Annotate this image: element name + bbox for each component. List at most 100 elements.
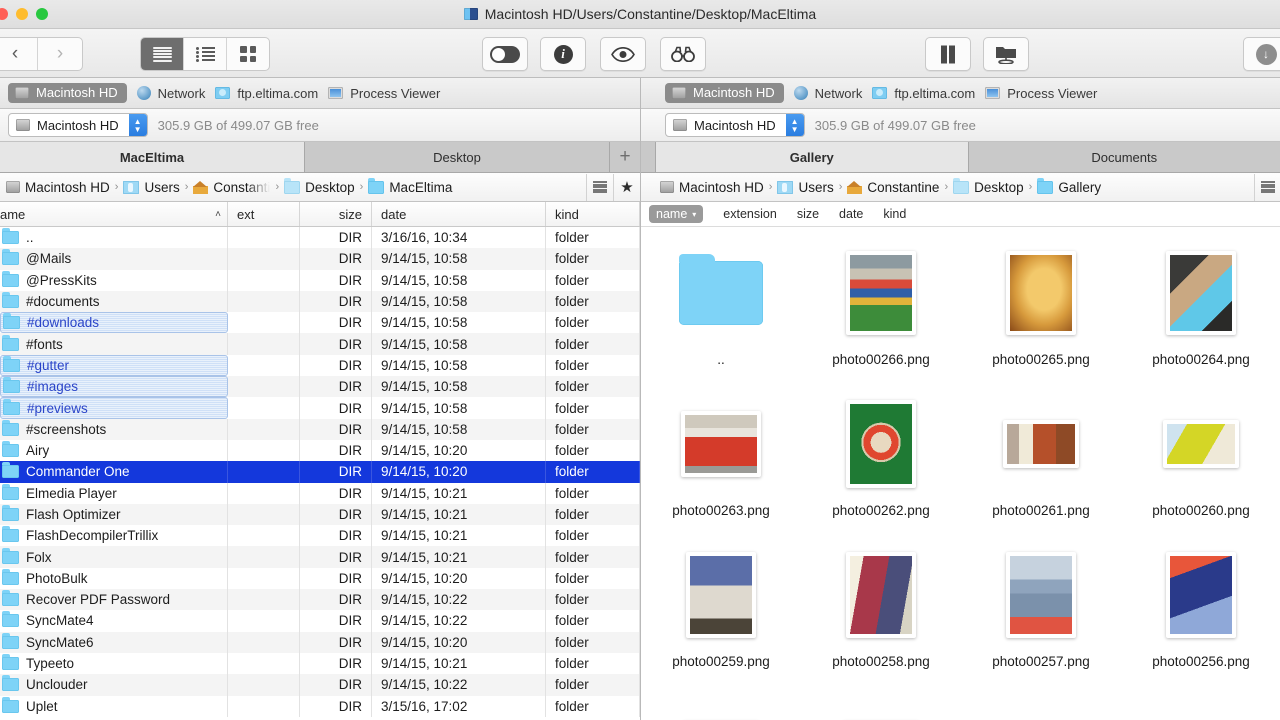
left-device-process-viewer[interactable]: Process Viewer	[328, 86, 440, 101]
left-tab-maceltima[interactable]: MacEltima	[0, 142, 305, 172]
table-row[interactable]: #documents DIR 9/14/15, 10:58 folder	[0, 290, 640, 313]
cell-name: SyncMate6	[0, 631, 228, 653]
stepper-icon[interactable]: ▲ ▼	[785, 114, 804, 136]
table-row[interactable]: Typeeto DIR 9/14/15, 10:21 folder	[0, 652, 640, 675]
quick-look-button[interactable]	[600, 37, 646, 71]
table-row[interactable]: #images DIR 9/14/15, 10:58 folder	[0, 376, 640, 398]
table-row[interactable]: PhotoBulk DIR 9/14/15, 10:20 folder	[0, 567, 640, 590]
left-favorites-button[interactable]: ★	[613, 173, 640, 201]
stepper-icon[interactable]: ▲ ▼	[128, 114, 147, 136]
gallery-item[interactable]: photo00257.png	[961, 539, 1121, 690]
hidden-files-toggle[interactable]	[482, 37, 528, 71]
gallery-item[interactable]	[961, 690, 1121, 720]
gallery-item[interactable]: photo00260.png	[1121, 388, 1280, 539]
table-row[interactable]: #gutter DIR 9/14/15, 10:58 folder	[0, 354, 640, 377]
table-row[interactable]: #downloads DIR 9/14/15, 10:58 folder	[0, 312, 640, 334]
column-header-date[interactable]: date	[372, 202, 546, 226]
left-device-ftp[interactable]: ftp.eltima.com	[215, 86, 318, 101]
left-device-macintosh-hd[interactable]: Macintosh HD	[8, 83, 127, 103]
forward-button[interactable]: ›	[37, 38, 82, 70]
brief-view-button[interactable]	[141, 38, 183, 70]
left-file-list[interactable]: .. DIR 3/16/16, 10:34 folder @Mails DIR 9/14/1…	[0, 227, 640, 720]
column-header-name[interactable]: ame ˄	[0, 202, 228, 226]
gallery-item[interactable]: photo00263.png	[641, 388, 801, 539]
connect-server-button[interactable]	[983, 37, 1029, 71]
search-button[interactable]	[660, 37, 706, 71]
breadcrumb-item-gallery[interactable]: Gallery	[1037, 177, 1101, 195]
table-row[interactable]: Elmedia Player DIR 9/14/15, 10:21 folder	[0, 482, 640, 504]
breadcrumb-item-macintosh-hd[interactable]: Macintosh HD	[6, 180, 110, 195]
cell-date: 9/14/15, 10:21	[372, 525, 546, 547]
sort-by-name-button[interactable]: name ▾	[649, 205, 704, 223]
left-disk-free: 305.9 GB of 499.07 GB free	[157, 117, 319, 133]
table-row[interactable]: Recover PDF Password DIR 9/14/15, 10:22 fol…	[0, 589, 640, 611]
right-device-ftp[interactable]: ftp.eltima.com	[872, 86, 975, 101]
right-device-network[interactable]: Network	[793, 86, 862, 101]
table-row[interactable]: Commander One DIR 9/14/15, 10:20 folder	[0, 461, 640, 483]
archive-button[interactable]	[925, 37, 971, 71]
table-row[interactable]: FlashDecompilerTrillix DIR 9/14/15, 10:21 f…	[0, 525, 640, 547]
gallery-item[interactable]	[1121, 690, 1280, 720]
sort-by-kind-button[interactable]: kind	[863, 207, 906, 221]
sort-by-extension-button[interactable]: extension	[703, 207, 777, 221]
gallery-item[interactable]: photo00261.png	[961, 388, 1121, 539]
gallery-item[interactable]: photo00264.png	[1121, 237, 1280, 388]
left-device-network[interactable]: Network	[136, 86, 205, 101]
sort-by-date-button[interactable]: date	[819, 207, 863, 221]
gallery-item[interactable]: photo00259.png	[641, 539, 801, 690]
back-button[interactable]: ‹	[0, 38, 37, 70]
gallery-item[interactable]: ..	[641, 237, 801, 388]
table-row[interactable]: @Mails DIR 9/14/15, 10:58 folder	[0, 248, 640, 270]
breadcrumb-item-constantine[interactable]: Constanti	[193, 180, 270, 195]
table-row[interactable]: Flash Optimizer DIR 9/14/15, 10:21 folder	[0, 503, 640, 526]
right-tab-gallery[interactable]: Gallery	[656, 142, 969, 172]
table-row[interactable]: Folx DIR 9/14/15, 10:21 folder	[0, 546, 640, 568]
gallery-row: .. photo00266.png photo00265.png photo00264…	[641, 237, 1280, 388]
thumbnails-view-button[interactable]	[226, 38, 269, 70]
breadcrumb-item-maceltima[interactable]: MacEltima	[368, 177, 452, 195]
table-row[interactable]: Unclouder DIR 9/14/15, 10:22 folder	[0, 674, 640, 696]
table-row[interactable]: Uplet DIR 3/15/16, 17:02 folder	[0, 695, 640, 717]
right-disk-selector[interactable]: Macintosh HD ▲ ▼	[665, 113, 805, 137]
left-path-history-button[interactable]	[586, 173, 613, 201]
gallery-item[interactable]: photo00256.png	[1121, 539, 1280, 690]
table-row[interactable]: #screenshots DIR 9/14/15, 10:58 folder	[0, 418, 640, 440]
breadcrumb-item-desktop[interactable]: Desktop	[953, 177, 1024, 195]
thumbnail	[846, 552, 916, 638]
table-row[interactable]: SyncMate4 DIR 9/14/15, 10:22 folder	[0, 610, 640, 632]
cell-ext	[228, 439, 300, 462]
downloads-button[interactable]: ↓	[1243, 37, 1280, 71]
sort-by-size-button[interactable]: size	[777, 207, 819, 221]
breadcrumb-item-users[interactable]: Users	[123, 180, 180, 195]
file-name: Flash Optimizer	[26, 507, 121, 522]
full-view-button[interactable]	[183, 38, 226, 70]
breadcrumb-item-users[interactable]: Users	[777, 180, 834, 195]
table-row[interactable]: Airy DIR 9/14/15, 10:20 folder	[0, 439, 640, 462]
column-header-size[interactable]: size	[300, 202, 372, 226]
left-disk-selector[interactable]: Macintosh HD ▲ ▼	[8, 113, 148, 137]
column-header-ext[interactable]: ext	[228, 202, 300, 226]
breadcrumb-item-desktop[interactable]: Desktop	[284, 177, 355, 195]
gallery-item[interactable]: photo00266.png	[801, 237, 961, 388]
right-device-process-viewer[interactable]: Process Viewer	[985, 86, 1097, 101]
gallery-item[interactable]: photo00265.png	[961, 237, 1121, 388]
table-row[interactable]: #previews DIR 9/14/15, 10:58 folder	[0, 397, 640, 419]
left-tab-desktop[interactable]: Desktop	[305, 142, 610, 172]
right-path-history-button[interactable]	[1254, 173, 1280, 201]
right-tab-documents[interactable]: Documents	[969, 142, 1280, 172]
info-button[interactable]: i	[540, 37, 586, 71]
breadcrumb-item-macintosh-hd[interactable]: Macintosh HD	[660, 180, 764, 195]
breadcrumb-item-constantine[interactable]: Constantine	[847, 180, 939, 195]
column-header-kind[interactable]: kind	[546, 202, 640, 226]
gallery-item[interactable]: photo00262.png	[801, 388, 961, 539]
table-row[interactable]: @PressKits DIR 9/14/15, 10:58 folder	[0, 269, 640, 291]
gallery-item[interactable]	[641, 690, 801, 720]
gallery-item[interactable]	[801, 690, 961, 720]
table-row[interactable]: #fonts DIR 9/14/15, 10:58 folder	[0, 333, 640, 355]
left-add-tab-button[interactable]: +	[610, 142, 640, 172]
right-gallery-grid[interactable]: .. photo00266.png photo00265.png photo00264…	[641, 227, 1280, 720]
right-device-macintosh-hd[interactable]: Macintosh HD	[665, 83, 784, 103]
table-row[interactable]: SyncMate6 DIR 9/14/15, 10:20 folder	[0, 631, 640, 653]
table-row[interactable]: .. DIR 3/16/16, 10:34 folder	[0, 227, 640, 249]
gallery-item[interactable]: photo00258.png	[801, 539, 961, 690]
